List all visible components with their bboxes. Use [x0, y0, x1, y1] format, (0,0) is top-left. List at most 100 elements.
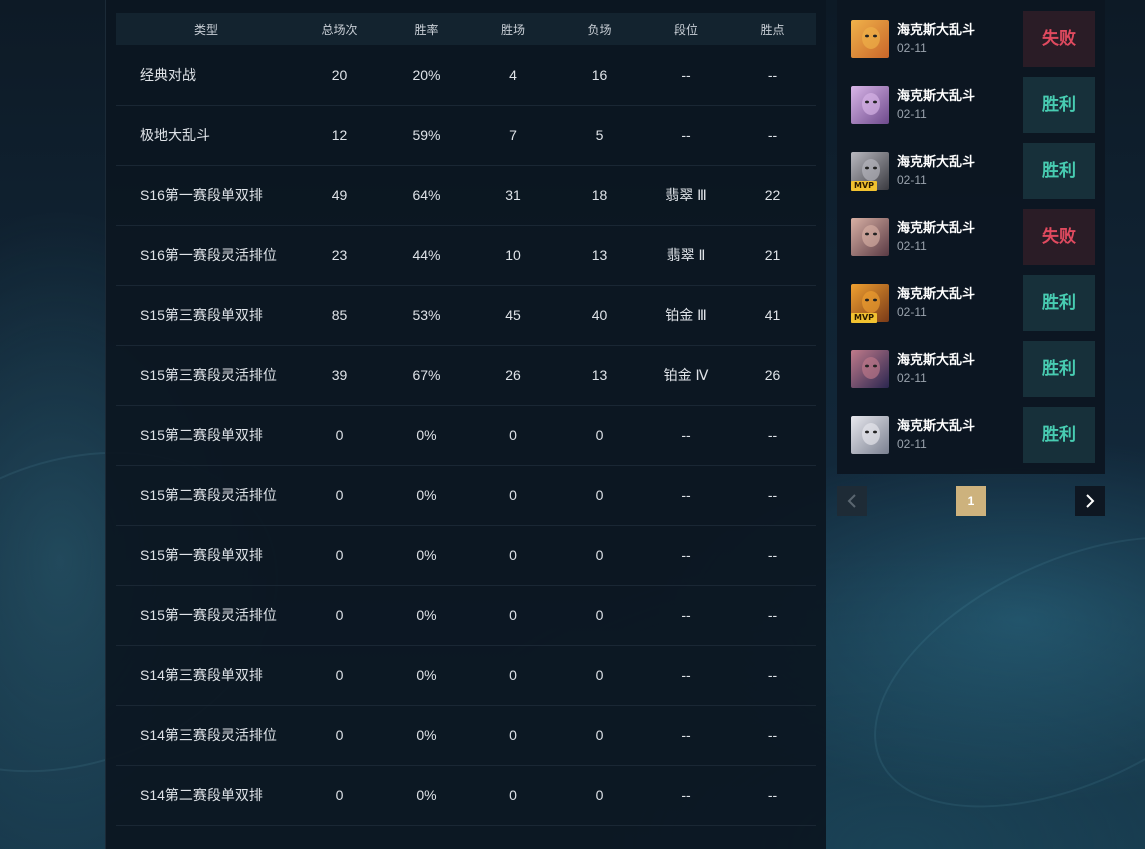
row-total-cell: 0 — [335, 547, 344, 563]
row-rank-cell: 铂金 Ⅲ — [665, 307, 707, 323]
row-losses-cell: 13 — [591, 367, 608, 383]
row-win-rate-cell: 53% — [412, 307, 441, 323]
match-mode-name: 海克斯大乱斗 — [897, 88, 976, 103]
match-item[interactable]: 海克斯大乱斗 02-11 胜利 — [849, 341, 1095, 397]
row-win-rate-cell: 59% — [412, 127, 441, 143]
row-losses-cell: 13 — [591, 247, 608, 263]
table-row: S14第三赛段单双排 0 0% 0 0 -- -- — [116, 645, 816, 705]
table-row: S14第二赛段单双排 0 0% 0 0 -- -- — [116, 765, 816, 825]
row-type-cell: S16第一赛段单双排 — [140, 187, 263, 203]
row-total-cell: 49 — [331, 187, 348, 203]
match-result-lose: 失败 — [1023, 11, 1095, 67]
row-wins-cell: 0 — [509, 727, 517, 743]
row-losses-cell: 0 — [595, 667, 604, 683]
row-rank-cell: -- — [681, 66, 691, 83]
chevron-right-icon — [1086, 494, 1095, 508]
row-wins-cell: 0 — [509, 607, 517, 623]
table-row: S15第二赛段灵活排位 0 0% 0 0 -- -- — [116, 465, 816, 525]
row-lp-cell: 41 — [764, 307, 781, 323]
row-lp-cell: -- — [767, 667, 778, 683]
row-total-cell: 20 — [331, 66, 348, 83]
row-wins-cell: 31 — [505, 187, 521, 203]
header-type: 类型 — [193, 22, 218, 37]
row-type-cell: S15第二赛段灵活排位 — [140, 487, 277, 503]
match-item[interactable]: MVP 海克斯大乱斗 02-11 胜利 — [849, 275, 1095, 331]
row-total-cell: 0 — [335, 607, 344, 623]
row-losses-cell: 0 — [595, 787, 604, 803]
match-result-lose: 失败 — [1023, 209, 1095, 265]
match-result-win: 胜利 — [1023, 407, 1095, 463]
row-losses-cell: 16 — [591, 66, 608, 83]
match-date: 02-11 — [897, 173, 927, 187]
stats-table: 类型 总场次 胜率 胜场 负场 段位 胜点 经典对战 20 20% 4 16 -- -- 极地… — [116, 13, 816, 826]
row-type-cell: S15第一赛段单双排 — [140, 547, 263, 563]
row-wins-cell: 4 — [509, 66, 517, 83]
pagination-prev-button[interactable] — [837, 486, 867, 516]
row-rank-cell: 翡翠 Ⅲ — [665, 187, 707, 203]
row-total-cell: 0 — [335, 427, 344, 443]
row-wins-cell: 0 — [509, 787, 517, 803]
match-history-panel: 海克斯大乱斗 02-11 失败 海克斯大乱斗 02-11 胜利 MVP 海克斯大乱斗 02-11… — [837, 0, 1105, 474]
match-item[interactable]: 海克斯大乱斗 02-11 胜利 — [849, 407, 1095, 463]
champion-avatar — [851, 416, 889, 454]
chevron-left-icon — [847, 494, 856, 508]
row-rank-cell: -- — [681, 487, 691, 503]
match-result-win: 胜利 — [1023, 77, 1095, 133]
table-row: S15第一赛段单双排 0 0% 0 0 -- -- — [116, 525, 816, 585]
row-rank-cell: -- — [681, 607, 691, 623]
row-losses-cell: 0 — [595, 487, 604, 503]
row-total-cell: 0 — [335, 667, 344, 683]
match-date: 02-11 — [897, 239, 927, 253]
row-win-rate-cell: 67% — [412, 367, 441, 383]
match-item[interactable]: MVP 海克斯大乱斗 02-11 胜利 — [849, 143, 1095, 199]
row-rank-cell: -- — [681, 127, 691, 143]
table-row: S15第三赛段灵活排位 39 67% 26 13 铂金 Ⅳ 26 — [116, 345, 816, 405]
table-row: S15第三赛段单双排 85 53% 45 40 铂金 Ⅲ 41 — [116, 285, 816, 345]
table-row: S16第一赛段灵活排位 23 44% 10 13 翡翠 Ⅱ 21 — [116, 225, 816, 285]
row-type-cell: S14第三赛段单双排 — [140, 667, 263, 683]
row-total-cell: 0 — [335, 727, 344, 743]
row-lp-cell: -- — [767, 607, 778, 623]
row-lp-cell: -- — [767, 127, 778, 143]
row-total-cell: 0 — [335, 787, 344, 803]
match-item[interactable]: 海克斯大乱斗 02-11 胜利 — [849, 77, 1095, 133]
row-type-cell: S15第二赛段单双排 — [140, 427, 263, 443]
row-rank-cell: -- — [681, 727, 691, 743]
row-lp-cell: -- — [767, 66, 778, 83]
match-result-win: 胜利 — [1023, 143, 1095, 199]
row-type-cell: S15第一赛段灵活排位 — [140, 607, 277, 623]
row-win-rate-cell: 0% — [416, 427, 437, 443]
row-losses-cell: 0 — [595, 427, 604, 443]
match-mode-name: 海克斯大乱斗 — [897, 352, 976, 367]
pagination-page-1[interactable]: 1 — [956, 486, 986, 516]
stats-panel: 类型 总场次 胜率 胜场 负场 段位 胜点 经典对战 20 20% 4 16 -- -- 极地… — [105, 0, 826, 849]
row-lp-cell: 22 — [764, 187, 781, 203]
header-wins: 胜场 — [500, 22, 525, 37]
row-wins-cell: 0 — [509, 667, 517, 683]
match-date: 02-11 — [897, 107, 927, 121]
row-type-cell: S15第三赛段灵活排位 — [140, 367, 277, 383]
match-date: 02-11 — [897, 41, 927, 55]
table-row: 经典对战 20 20% 4 16 -- -- — [116, 45, 816, 105]
row-lp-cell: -- — [767, 727, 778, 743]
row-wins-cell: 45 — [505, 307, 521, 323]
row-lp-cell: -- — [767, 487, 778, 503]
row-win-rate-cell: 64% — [412, 187, 441, 203]
champion-avatar — [851, 218, 889, 256]
stats-table-body: 经典对战 20 20% 4 16 -- -- 极地大乱斗 12 59% 7 5 -- -- S16第一赛段单… — [116, 45, 816, 825]
header-rank: 段位 — [673, 22, 698, 37]
row-rank-cell: -- — [681, 787, 691, 803]
row-losses-cell: 18 — [591, 187, 608, 203]
row-type-cell: S16第一赛段灵活排位 — [140, 247, 277, 263]
header-lp: 胜点 — [760, 22, 785, 37]
row-losses-cell: 0 — [595, 607, 604, 623]
match-item[interactable]: 海克斯大乱斗 02-11 失败 — [849, 11, 1095, 67]
row-rank-cell: 翡翠 Ⅱ — [666, 247, 706, 263]
match-item[interactable]: 海克斯大乱斗 02-11 失败 — [849, 209, 1095, 265]
row-wins-cell: 0 — [509, 547, 517, 563]
pagination-next-button[interactable] — [1075, 486, 1105, 516]
row-type-cell: S14第三赛段灵活排位 — [140, 727, 277, 743]
header-win-rate: 胜率 — [414, 22, 439, 37]
stats-table-header: 类型 总场次 胜率 胜场 负场 段位 胜点 — [116, 13, 816, 45]
match-mode-name: 海克斯大乱斗 — [897, 418, 976, 433]
